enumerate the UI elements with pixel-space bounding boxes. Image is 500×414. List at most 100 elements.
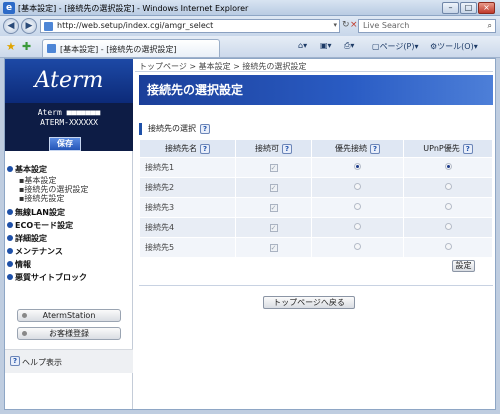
print-icon[interactable]: ⎙▾ [344,41,354,51]
help-icon[interactable]: ? [200,123,210,134]
home-icon[interactable]: ⌂▾ [298,41,307,50]
help-link[interactable]: ? ヘルプ表示 [5,349,133,373]
sidebar-item-wlan[interactable]: 無線LAN設定 [7,206,131,219]
bullet-icon [7,209,13,215]
divider [139,285,493,286]
bullet-icon [22,313,27,318]
maximize-button[interactable]: □ [460,2,477,14]
priority-cell [311,197,404,218]
priority-radio[interactable] [354,203,361,210]
column-header: 接続先名? [139,139,236,158]
help-icon[interactable]: ? [462,143,473,154]
sidebar-item-advanced[interactable]: 詳細設定 [7,232,131,245]
enable-checkbox[interactable]: ✓ [269,224,278,232]
sidebar-subitem-connection[interactable]: ▪接続先設定 [7,194,131,203]
priority-radio[interactable] [354,183,361,190]
bullet-icon [7,248,13,254]
ie-icon: e [3,2,15,14]
feeds-icon[interactable]: ▣▾ [320,41,332,50]
sidebar-subitem-select[interactable]: ▪接続先の選択設定 [7,185,131,194]
table-row: 接続先5 ✓ [139,237,493,258]
priority-cell [311,237,404,258]
sidebar-item-site-block[interactable]: 悪質サイトブロック [7,271,131,284]
enable-checkbox[interactable]: ✓ [269,184,278,192]
sidebar-item-label: ECOモード設定 [15,221,74,230]
help-icon[interactable]: ? [200,143,210,154]
priority-cell [311,177,404,198]
upnp-radio[interactable] [444,163,452,170]
priority-cell [311,157,404,178]
tools-menu[interactable]: ⚙ツール(O)▾ [430,41,478,52]
browser-tab[interactable]: [基本設定] - [接続先の選択設定] [42,39,220,57]
help-icon[interactable]: ? [282,143,292,154]
status-bar [0,410,500,414]
page-content: Aterm Aterm ■■■■■■■ ATERM-XXXXXX 保存 基本設定… [4,58,496,410]
favorites-star-icon[interactable]: ★ [6,40,16,53]
upnp-cell [403,197,493,218]
sidebar-item-label: メンテナンス [15,247,63,256]
forward-icon[interactable]: ▶ [21,18,37,34]
back-icon[interactable]: ◀ [3,18,19,34]
aterm-station-label: AtermStation [42,311,96,320]
connection-name: 接続先3 [139,197,236,218]
upnp-radio[interactable] [444,203,452,210]
sidebar-item-info[interactable]: 情報 [7,258,131,271]
address-bar: ◀ ▶ http://web.setup/index.cgi/amgr_sele… [0,16,500,36]
table-row: 接続先3 ✓ [139,197,493,218]
sidebar-subitem-label: 接続先設定 [24,194,65,203]
table-row: 接続先4 ✓ [139,217,493,238]
sidebar-item-maintenance[interactable]: メンテナンス [7,245,131,258]
customer-register-label: お客様登録 [49,329,89,338]
connection-table: 接続先名? 接続可? 優先接続? UPnP優先? 接続先1 ✓ 接続先2 ✓ 接… [139,139,493,258]
sidebar-item-eco[interactable]: ECOモード設定 [7,219,131,232]
window-title: [基本設定] - [接続先の選択設定] - Windows Internet E… [18,4,249,13]
search-icon[interactable]: ⌕ [488,21,492,31]
enable-checkbox[interactable]: ✓ [269,164,278,172]
refresh-icon[interactable]: ↻ [342,20,350,30]
back-to-top-button[interactable]: トップページへ戻る [263,296,355,309]
help-label: ヘルプ表示 [22,358,62,367]
upnp-radio[interactable] [444,183,452,190]
sidebar-item-label: 基本設定 [15,165,47,174]
page-menu[interactable]: ▢ページ(P)▾ [372,41,418,52]
search-input[interactable]: Live Search ⌕ [358,19,496,33]
tab-bar: ★ ✚ [基本設定] - [接続先の選択設定] ⌂▾ ▣▾ ⎙▾ ▢ページ(P)… [0,36,500,58]
table-row: 接続先2 ✓ [139,177,493,198]
section-label: 接続先の選択 [148,124,196,133]
tab-title: [基本設定] - [接続先の選択設定] [60,45,177,54]
aterm-logo: Aterm [5,59,133,103]
upnp-radio[interactable] [444,223,452,230]
divider [135,71,493,72]
stop-icon[interactable]: × [350,20,358,30]
minimize-button[interactable]: – [442,2,459,14]
priority-cell [311,217,404,238]
priority-radio[interactable] [354,163,361,170]
bullet-icon [7,274,13,280]
save-button[interactable]: 保存 [49,137,81,151]
url-dropdown-icon[interactable]: ▾ [333,21,337,29]
help-icon[interactable]: ? [370,143,380,154]
sidebar-item-label: 悪質サイトブロック [15,273,87,282]
url-field[interactable]: http://web.setup/index.cgi/amgr_select ▾ [40,19,340,33]
priority-radio[interactable] [354,243,361,250]
column-header-label: UPnP優先 [423,144,460,153]
bullet-icon [7,166,13,172]
connection-name: 接続先1 [139,157,236,178]
connection-name: 接続先4 [139,217,236,238]
enable-cell: ✓ [235,237,312,258]
enable-checkbox[interactable]: ✓ [269,244,278,252]
sidebar-subitem-basic[interactable]: ▪基本設定 [7,176,131,185]
add-favorites-icon[interactable]: ✚ [22,40,31,53]
column-header-label: 優先接続 [335,144,367,153]
customer-register-button[interactable]: お客様登録 [17,327,121,340]
sidebar-item-basic[interactable]: 基本設定 [7,163,131,176]
device-id: ATERM-XXXXXX [40,118,98,127]
priority-radio[interactable] [354,223,361,230]
aterm-station-button[interactable]: AtermStation [17,309,121,322]
bullet-icon [7,222,13,228]
enable-checkbox[interactable]: ✓ [269,204,278,212]
close-button[interactable]: × [478,2,495,14]
upnp-radio[interactable] [444,243,452,250]
set-button[interactable]: 設定 [452,260,475,272]
table-header-row: 接続先名? 接続可? 優先接続? UPnP優先? [139,139,493,158]
